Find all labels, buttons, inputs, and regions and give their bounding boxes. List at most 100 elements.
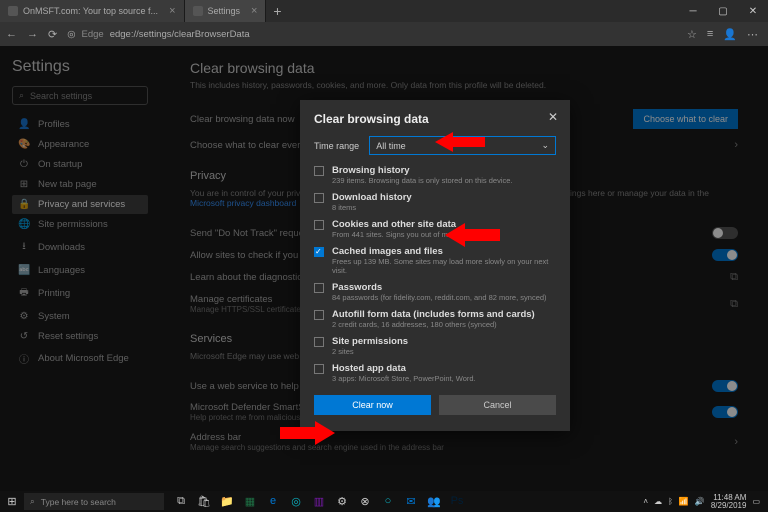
minimize-button[interactable]: ─ xyxy=(678,6,708,17)
close-icon[interactable]: × xyxy=(169,5,175,17)
cancel-button[interactable]: Cancel xyxy=(439,395,556,415)
favicon xyxy=(8,6,18,16)
menu-icon[interactable]: ⋯ xyxy=(747,28,758,41)
clear-data-option[interactable]: Passwords84 passwords (for fidelity.com,… xyxy=(314,282,556,302)
search-icon: ⌕ xyxy=(19,90,24,101)
notifications-icon[interactable]: ▭ xyxy=(752,497,760,506)
clear-data-option[interactable]: Download history8 items xyxy=(314,192,556,212)
close-dialog-button[interactable]: ✕ xyxy=(548,110,558,124)
checkbox[interactable] xyxy=(314,364,324,374)
sidebar-item[interactable]: 🌐Site permissions xyxy=(12,215,148,234)
option-title: Site permissions xyxy=(332,336,408,347)
favorites-list-icon[interactable]: ≡ xyxy=(707,28,713,41)
annotation-arrow xyxy=(280,420,335,446)
back-button[interactable]: ← xyxy=(6,28,17,41)
choose-what-to-clear-button[interactable]: Choose what to clear xyxy=(633,109,738,129)
sidebar-item-label: System xyxy=(38,311,70,322)
page-subtitle: This includes history, passwords, cookie… xyxy=(190,80,738,90)
checkbox[interactable] xyxy=(314,166,324,176)
checkbox[interactable] xyxy=(314,247,324,257)
task-view-icon[interactable]: ⧉ xyxy=(174,495,188,509)
smartscreen-toggle[interactable] xyxy=(712,406,738,418)
window-titlebar: OnMSFT.com: Your top source f... × Setti… xyxy=(0,0,768,22)
new-tab-button[interactable]: + xyxy=(266,3,288,19)
external-link-icon[interactable]: ⧉ xyxy=(730,298,738,311)
browser-tab[interactable]: Settings × xyxy=(185,0,267,22)
payment-check-toggle[interactable] xyxy=(712,249,738,261)
onenote-icon[interactable]: ▥ xyxy=(312,495,326,509)
sidebar-item[interactable]: ⓘAbout Microsoft Edge xyxy=(12,347,148,370)
option-title: Passwords xyxy=(332,282,547,293)
excel-icon[interactable]: ▦ xyxy=(243,495,257,509)
browser-tab[interactable]: OnMSFT.com: Your top source f... × xyxy=(0,0,185,22)
privacy-dashboard-link[interactable]: Microsoft privacy dashboard xyxy=(190,198,296,208)
option-title: Hosted app data xyxy=(332,363,476,374)
sidebar-item[interactable]: 🖶Printing xyxy=(12,281,148,306)
sidebar-item-icon: ↺ xyxy=(18,331,30,342)
taskbar-search[interactable]: ⌕ Type here to search xyxy=(24,493,164,510)
sidebar-item[interactable]: ⊞New tab page xyxy=(12,175,148,194)
maximize-button[interactable]: ▢ xyxy=(708,6,738,17)
cortana-icon[interactable]: ○ xyxy=(381,495,395,509)
clear-now-label: Clear browsing data now xyxy=(190,114,295,125)
explorer-icon[interactable]: 📁 xyxy=(220,495,234,509)
windows-taskbar: ⊞ ⌕ Type here to search ⧉ 🛍 📁 ▦ e ◎ ▥ ⚙ … xyxy=(0,491,768,512)
clear-now-button[interactable]: Clear now xyxy=(314,395,431,415)
clear-data-option[interactable]: Autofill form data (includes forms and c… xyxy=(314,309,556,329)
taskbar-clock[interactable]: 11:48 AM 8/29/2019 xyxy=(711,494,747,510)
favorite-icon[interactable]: ☆ xyxy=(687,28,697,41)
sidebar-item-icon: 🖶 xyxy=(18,285,30,302)
search-placeholder: Search settings xyxy=(30,91,92,101)
settings-icon[interactable]: ⚙ xyxy=(335,495,349,509)
option-desc: 8 items xyxy=(332,203,412,212)
onedrive-icon[interactable]: ☁ xyxy=(654,497,662,506)
sidebar-item[interactable]: ⚙System xyxy=(12,307,148,326)
option-desc: 2 credit cards, 16 addresses, 180 others… xyxy=(332,320,535,329)
chevron-right-icon[interactable]: › xyxy=(734,436,738,448)
checkbox[interactable] xyxy=(314,337,324,347)
sidebar-item[interactable]: ⭳Downloads xyxy=(12,235,148,260)
external-link-icon[interactable]: ⧉ xyxy=(730,271,738,284)
sidebar-item[interactable]: 🎨Appearance xyxy=(12,135,148,154)
checkbox[interactable] xyxy=(314,220,324,230)
checkbox[interactable] xyxy=(314,310,324,320)
clear-data-option[interactable]: Site permissions2 sites xyxy=(314,336,556,356)
volume-icon[interactable]: 🔊 xyxy=(695,497,705,506)
webservice-toggle[interactable] xyxy=(712,380,738,392)
tray-chevron-icon[interactable]: ˄ xyxy=(643,497,648,506)
sidebar-item[interactable]: 🔤Languages xyxy=(12,261,148,280)
dnt-toggle[interactable] xyxy=(712,227,738,239)
wifi-icon[interactable]: 📶 xyxy=(679,497,689,506)
chevron-right-icon[interactable]: › xyxy=(734,139,738,151)
refresh-button[interactable]: ⟳ xyxy=(48,28,57,41)
close-window-button[interactable]: ✕ xyxy=(738,6,768,17)
photoshop-icon[interactable]: Ps xyxy=(450,495,464,509)
settings-search[interactable]: ⌕ Search settings xyxy=(12,86,148,105)
start-button[interactable]: ⊞ xyxy=(0,495,24,508)
sidebar-item[interactable]: 🔒Privacy and services xyxy=(12,195,148,214)
edge-icon[interactable]: ◎ xyxy=(289,495,303,509)
sidebar-item[interactable]: ↺Reset settings xyxy=(12,327,148,346)
sidebar-item[interactable]: 👤Profiles xyxy=(12,115,148,134)
sidebar-item[interactable]: ⏻On startup xyxy=(12,155,148,174)
checkbox[interactable] xyxy=(314,193,324,203)
close-icon[interactable]: × xyxy=(251,5,257,17)
checkbox[interactable] xyxy=(314,283,324,293)
profile-icon[interactable]: 👤 xyxy=(723,28,737,41)
forward-button[interactable]: → xyxy=(27,28,38,41)
outlook-icon[interactable]: ✉ xyxy=(404,495,418,509)
clear-data-option[interactable]: Cached images and filesFrees up 139 MB. … xyxy=(314,246,556,275)
url-field[interactable]: ◎ Edge edge://settings/clearBrowserData xyxy=(67,29,677,40)
clear-data-option[interactable]: Hosted app data3 apps: Microsoft Store, … xyxy=(314,363,556,383)
bluetooth-icon[interactable]: ᛒ xyxy=(668,497,673,506)
sidebar-item-label: Privacy and services xyxy=(38,199,125,210)
clear-data-option[interactable]: Cookies and other site dataFrom 441 site… xyxy=(314,219,556,239)
store-icon[interactable]: 🛍 xyxy=(197,495,211,509)
clear-data-option[interactable]: Browsing history239 items. Browsing data… xyxy=(314,165,556,185)
address-bar: ← → ⟳ ◎ Edge edge://settings/clearBrowse… xyxy=(0,22,768,46)
edge-legacy-icon[interactable]: e xyxy=(266,495,280,509)
teams-icon[interactable]: 👥 xyxy=(427,495,441,509)
option-title: Download history xyxy=(332,192,412,203)
xbox-icon[interactable]: ⊗ xyxy=(358,495,372,509)
option-desc: 239 items. Browsing data is only stored … xyxy=(332,176,513,185)
